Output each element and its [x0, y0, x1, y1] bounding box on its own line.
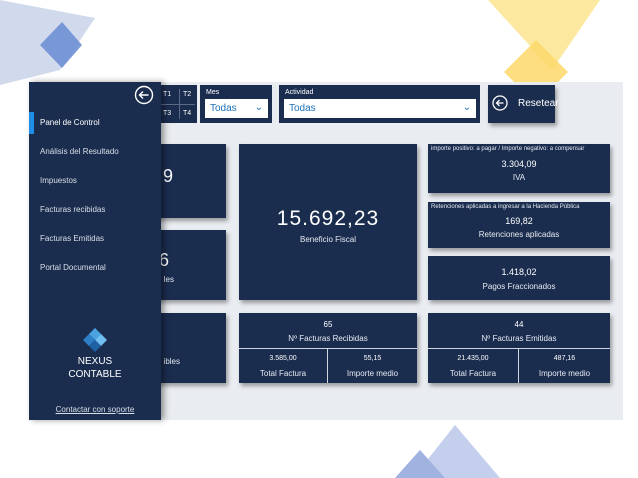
- received-total-label: Total Factura: [259, 369, 307, 378]
- month-dropdown[interactable]: Todas ⌄: [205, 99, 268, 118]
- back-arrow-icon: [492, 95, 508, 111]
- quarter-divider-h: [160, 104, 195, 105]
- received-divider-h: [239, 348, 417, 349]
- vat-card: importe positivo: a pagar / Importe nega…: [428, 144, 610, 193]
- brand-line-2: CONTABLE: [68, 369, 122, 380]
- brand-line-1: NEXUS: [77, 356, 113, 367]
- received-avg-label: Importe medio: [346, 369, 399, 378]
- activity-slicer: Actividad Todas ⌄: [279, 85, 480, 123]
- issued-title: Nº Facturas Emitidas: [481, 334, 557, 343]
- issued-total-label: Total Factura: [449, 369, 497, 378]
- support-link[interactable]: Contactar con soporte: [29, 405, 161, 414]
- reset-button-label: Resetear: [518, 98, 559, 109]
- sidebar-active-indicator: [29, 112, 34, 134]
- withholding-value: 169,82: [505, 216, 533, 226]
- received-total-value: 3.585,00: [269, 355, 297, 362]
- nexus-logo-icon: [83, 328, 107, 352]
- received-count: 65: [323, 320, 333, 329]
- month-slicer: Mes Todas ⌄: [200, 85, 272, 123]
- vat-label: IVA: [512, 173, 526, 182]
- month-slicer-title: Mes: [206, 89, 220, 96]
- profit-label: Beneficio Fiscal: [299, 235, 357, 244]
- sidebar-item-panel-control[interactable]: Panel de Control: [40, 118, 100, 127]
- received-invoices-card: 65 Nº Facturas Recibidas 3.585,00 Total …: [239, 313, 417, 383]
- profit-card: 15.692,23 Beneficio Fiscal: [239, 144, 417, 300]
- back-arrow-icon[interactable]: [134, 85, 154, 105]
- chevron-down-icon: ⌄: [462, 102, 471, 113]
- received-avg-value: 55,15: [363, 355, 382, 362]
- sidebar-item-analisis-resultado[interactable]: Análisis del Resultado: [40, 147, 119, 156]
- quarter-t3[interactable]: T3: [163, 110, 171, 117]
- sidebar-item-impuestos[interactable]: Impuestos: [40, 176, 77, 185]
- app-screen: T1 T2 T3 T4 Mes Todas ⌄ Actividad Todas …: [0, 0, 638, 478]
- withholding-card: Retenciones aplicadas a ingresar a la Ha…: [428, 202, 610, 248]
- quarter-t2[interactable]: T2: [183, 91, 191, 98]
- sidebar: Panel de Control Análisis del Resultado …: [29, 82, 161, 420]
- reset-button[interactable]: Resetear: [488, 85, 559, 123]
- profit-value: 15.692,23: [276, 207, 380, 230]
- kpi-card-left-2-label: les: [163, 275, 174, 284]
- withholding-label: Retenciones aplicadas: [478, 230, 560, 239]
- activity-dropdown-value: Todas: [289, 103, 316, 114]
- sidebar-item-portal-documental[interactable]: Portal Documental: [40, 263, 106, 272]
- installments-label: Pagos Fraccionados: [482, 282, 556, 291]
- issued-divider-h: [428, 348, 610, 349]
- vat-note: importe positivo: a pagar / Importe nega…: [431, 146, 585, 152]
- sidebar-item-facturas-emitidas[interactable]: Facturas Emitidas: [40, 234, 104, 243]
- kpi-card-left-3-label: ibles: [163, 357, 180, 366]
- quarter-t4[interactable]: T4: [183, 110, 191, 117]
- sidebar-item-facturas-recibidas[interactable]: Facturas recibidas: [40, 205, 105, 214]
- installments-value: 1.418,02: [501, 267, 537, 277]
- received-title: Nº Facturas Recibidas: [288, 334, 368, 343]
- activity-slicer-title: Actividad: [285, 89, 314, 96]
- quarter-t1[interactable]: T1: [163, 91, 171, 98]
- withholding-note: Retenciones aplicadas a ingresar a la Ha…: [431, 204, 580, 210]
- issued-avg-value: 487,16: [553, 355, 576, 362]
- issued-count: 44: [514, 320, 524, 329]
- activity-dropdown[interactable]: Todas ⌄: [284, 99, 476, 118]
- installments-card: 1.418,02 Pagos Fraccionados: [428, 256, 610, 300]
- vat-value: 3.304,09: [501, 159, 537, 169]
- issued-total-value: 21.435,00: [457, 355, 489, 362]
- issued-avg-label: Importe medio: [538, 369, 591, 378]
- month-dropdown-value: Todas: [210, 103, 237, 114]
- issued-invoices-card: 44 Nº Facturas Emitidas 21.435,00 Total …: [428, 313, 610, 383]
- kpi-card-left-1-value: 9: [162, 166, 174, 186]
- chevron-down-icon: ⌄: [254, 102, 263, 113]
